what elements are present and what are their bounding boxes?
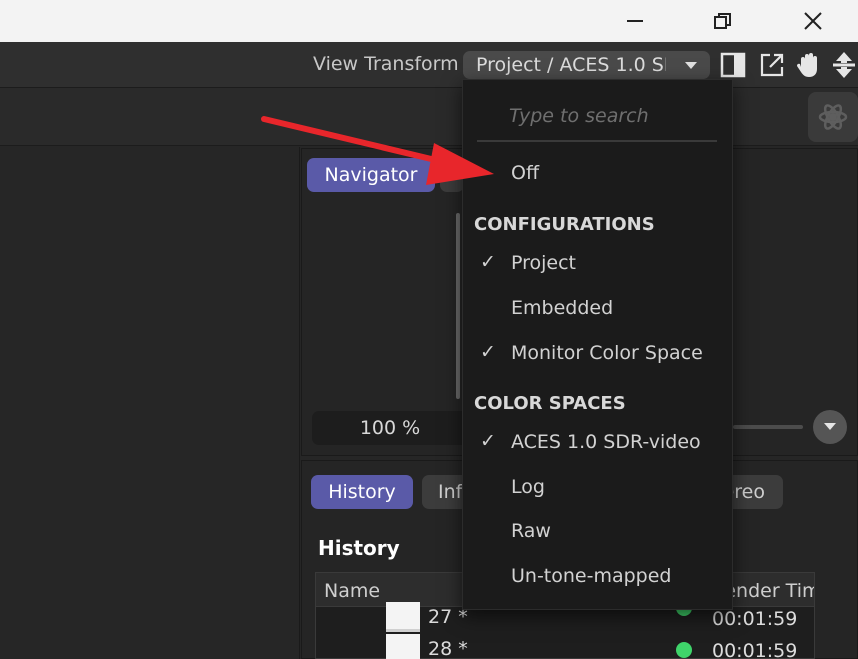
checkmark-icon: ✓ — [480, 430, 496, 452]
tab-history[interactable]: History — [311, 475, 413, 509]
history-row[interactable]: 28 * 00:01:59 — [316, 632, 814, 659]
menu-item-log[interactable]: Log — [511, 476, 545, 498]
restore-button[interactable] — [700, 0, 746, 42]
split-view-button[interactable] — [718, 50, 748, 80]
chevron-down-icon — [824, 423, 836, 430]
checkmark-icon: ✓ — [480, 341, 496, 363]
viewport-area — [0, 147, 300, 659]
menu-item-un-tone-mapped[interactable]: Un-tone-mapped — [511, 565, 672, 587]
view-transform-label: View Transform — [313, 53, 459, 75]
atom-icon — [818, 104, 848, 130]
zoom-tool-button[interactable] — [829, 50, 858, 80]
column-header-name[interactable]: Name — [324, 580, 380, 602]
vertical-arrows-icon — [833, 52, 855, 78]
zoom-level-field[interactable]: 100 % — [312, 411, 468, 445]
external-window-button[interactable] — [757, 50, 787, 80]
navigator-options-button[interactable] — [813, 410, 847, 444]
menu-section-color-spaces: COLOR SPACES — [474, 393, 626, 414]
menu-section-configurations: CONFIGURATIONS — [474, 214, 655, 235]
status-dot — [676, 642, 692, 658]
tab-histogram[interactable] — [440, 158, 464, 192]
checkmark-icon: ✓ — [480, 251, 496, 273]
history-row-time: 00:01:59 — [712, 608, 798, 630]
view-transform-dropdown[interactable]: Project / ACES 1.0 SDR-video — [463, 51, 710, 79]
pan-tool-button[interactable] — [794, 50, 824, 80]
render-thumbnail — [386, 602, 420, 632]
render-settings-button[interactable] — [808, 92, 858, 142]
tab-navigator[interactable]: Navigator — [307, 158, 435, 192]
minimize-button[interactable] — [612, 0, 658, 42]
external-link-icon — [760, 53, 784, 77]
close-icon — [804, 12, 822, 30]
window-title-bar — [0, 0, 858, 42]
minimize-icon — [627, 20, 643, 22]
menu-item-off[interactable]: Off — [511, 162, 539, 184]
menu-item-raw[interactable]: Raw — [511, 520, 551, 542]
history-row-label: 28 * — [428, 638, 468, 659]
history-row-time: 00:01:59 — [712, 640, 798, 659]
restore-icon — [714, 13, 731, 29]
navigator-scrollbar[interactable] — [456, 213, 460, 399]
menu-item-project[interactable]: Project — [511, 252, 576, 274]
chevron-down-icon — [685, 62, 697, 69]
menu-search-field[interactable]: Type to search — [477, 96, 717, 142]
render-thumbnail — [386, 634, 420, 659]
hand-icon — [796, 53, 817, 77]
menu-item-monitor-color-space[interactable]: Monitor Color Space — [511, 342, 703, 364]
close-window-button[interactable] — [790, 0, 836, 42]
zoom-slider[interactable] — [733, 425, 803, 429]
split-view-icon — [720, 52, 746, 78]
menu-item-embedded[interactable]: Embedded — [511, 297, 613, 319]
menu-item-aces[interactable]: ACES 1.0 SDR-video — [511, 431, 701, 453]
menu-search-placeholder: Type to search — [509, 105, 649, 127]
history-title: History — [318, 536, 400, 560]
view-transform-value: Project / ACES 1.0 SDR-video — [476, 54, 666, 76]
